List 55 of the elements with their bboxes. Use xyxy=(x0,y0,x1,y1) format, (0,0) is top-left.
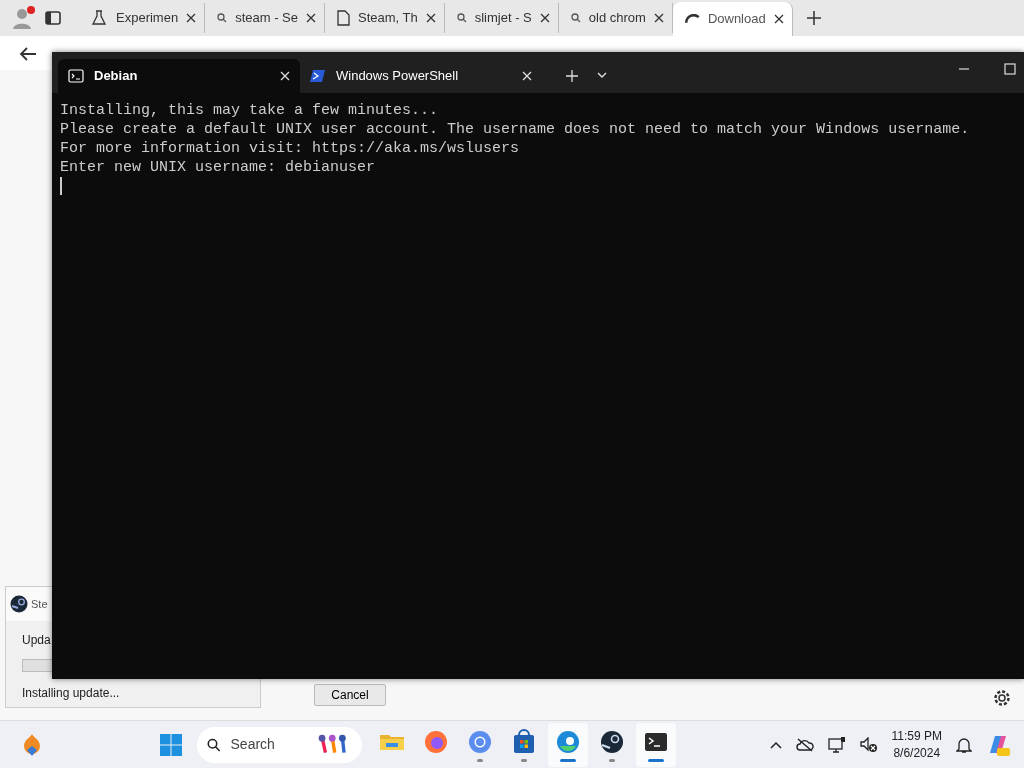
dialog-title: Ste xyxy=(31,596,48,612)
terminal-line: For more information visit: https://aka.ms/wslusers xyxy=(60,139,520,158)
tab-title: Experimen xyxy=(116,9,179,28)
console-icon xyxy=(68,68,84,84)
tab-title: Steam, Th xyxy=(358,9,418,28)
search-icon xyxy=(217,13,228,23)
spinner-icon xyxy=(684,14,700,24)
tab-title: slimjet - S xyxy=(474,9,532,28)
search-icon xyxy=(570,13,581,23)
close-icon[interactable] xyxy=(539,13,550,23)
terminal-line: Installing, this may take a few minutes... xyxy=(60,101,439,120)
tab-title: old chrom xyxy=(588,9,646,28)
close-icon[interactable] xyxy=(425,13,436,23)
tab-title: Download xyxy=(707,10,766,29)
chevron-up-icon[interactable] xyxy=(769,740,782,749)
browser-tab[interactable]: Steam, Th xyxy=(325,3,445,33)
maximize-icon[interactable] xyxy=(1004,63,1016,75)
cloud-off-icon[interactable] xyxy=(795,737,814,752)
browser-tab[interactable]: Download xyxy=(672,2,793,36)
terminal-line: Enter new UNIX username: debianuser xyxy=(60,158,376,177)
flask-icon xyxy=(90,9,108,27)
monitor-icon[interactable] xyxy=(827,735,846,754)
clock[interactable]: 11:59 PM 8/6/2024 xyxy=(891,727,942,762)
browser-tab[interactable]: slimjet - S xyxy=(444,3,559,33)
speaker-muted-icon[interactable] xyxy=(859,736,878,753)
taskbar-app[interactable] xyxy=(636,722,676,767)
tab-title: Windows PowerShell xyxy=(336,67,460,86)
close-icon[interactable] xyxy=(773,14,784,24)
search-icon xyxy=(456,13,467,23)
close-icon[interactable] xyxy=(653,13,664,23)
browser-tab[interactable]: steam - Se xyxy=(205,3,325,33)
terminal-tab[interactable]: Debian xyxy=(58,59,300,93)
browser-tab[interactable]: Experimen xyxy=(78,3,206,33)
bell-icon[interactable] xyxy=(956,735,972,754)
steam-icon xyxy=(10,595,28,613)
dialog-heading: Upda xyxy=(22,632,51,649)
browser-tab[interactable]: old chrom xyxy=(558,3,673,33)
terminal-line: Please create a default UNIX user account. The username does not need to match your Windows username. xyxy=(60,120,970,139)
close-icon[interactable] xyxy=(306,13,316,23)
powershell-icon xyxy=(310,68,326,84)
start-icon[interactable] xyxy=(159,732,183,757)
search-icon xyxy=(207,736,221,753)
search-input[interactable]: Search xyxy=(228,733,309,756)
plus-icon[interactable] xyxy=(806,11,821,25)
status-text: Installing update... xyxy=(22,685,120,702)
page-icon xyxy=(337,10,350,26)
tab-title: steam - Se xyxy=(235,9,298,28)
settings-icon[interactable] xyxy=(992,688,1012,708)
search-bar[interactable]: Search xyxy=(197,726,362,763)
profile-icon[interactable] xyxy=(10,5,36,31)
close-icon[interactable] xyxy=(186,13,197,23)
tab-actions-icon[interactable] xyxy=(44,9,62,27)
tab-title: Debian xyxy=(94,67,139,86)
cancel-button[interactable]: Cancel xyxy=(314,684,386,706)
terminal-tab[interactable]: Windows PowerShell xyxy=(300,59,542,93)
